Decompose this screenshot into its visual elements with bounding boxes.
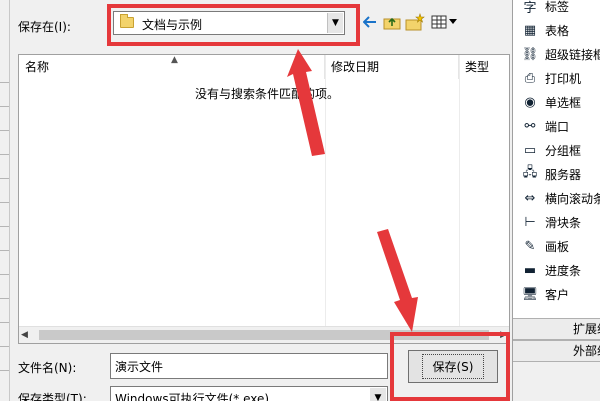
hscrollbar-icon: ⇔ [524,190,536,206]
toolbox-item-table[interactable]: ▦ 表格 [513,18,600,42]
server-icon: 🖧 [522,165,538,180]
new-folder-icon[interactable] [405,12,425,32]
column-date-label: 修改日期 [331,60,380,74]
tab-external-components[interactable]: 外部组件 [513,340,600,362]
component-toolbox: 字标签 ▦ 表格 ⛓ 超级链接框 ⎙ 打印机 ◉ 单选框 ⚯ 端口 ▭ 分组框 🖧 服务器 ⇔… [512,0,600,318]
save-button-label: 保存(S) [421,354,485,379]
toolbox-item-label[interactable]: 字标签 [513,0,600,18]
save-button[interactable]: 保存(S) [408,350,498,383]
toolbox-item-printer[interactable]: ⎙ 打印机 [513,66,600,90]
toolbox-item-text: 画板 [545,239,570,254]
filetype-select[interactable]: Windows可执行文件(*.exe) ▼ [110,386,388,401]
toolbox-item-text: 超级链接框 [545,47,600,62]
scroll-left-icon[interactable]: ◀ [21,330,28,340]
file-list[interactable]: 名称 ▲ 修改日期 类型 没有与搜索条件匹配的项。 ◀ ▶ [18,54,510,344]
toolbox-item-hyperlink[interactable]: ⛓ 超级链接框 [513,42,600,66]
toolbox-item-text: 服务器 [545,167,582,182]
view-menu-icon[interactable] [430,12,460,32]
client-icon: 🖥 [521,286,539,302]
hyperlink-icon: ⛓ [521,46,539,62]
groupbox-icon: ▭ [523,142,537,158]
empty-message: 没有与搜索条件匹配的项。 [195,87,340,101]
toolbox-item-progressbar[interactable]: ▬ 进度条 [513,258,600,282]
toolbox-item-port[interactable]: ⚯ 端口 [513,114,600,138]
filetype-value: Windows可执行文件(*.exe) [115,392,270,401]
toolbox-item-text: 打印机 [545,71,582,86]
column-type-label: 类型 [465,60,490,74]
toolbox-item-groupbox[interactable]: ▭ 分组框 [513,138,600,162]
canvas-icon: ✎ [524,238,536,254]
column-name-label: 名称 [25,60,50,74]
toolbox-item-text: 客户 [545,287,570,302]
sort-ascending-icon: ▲ [171,55,178,65]
printer-icon: ⎙ [524,70,536,86]
up-folder-icon[interactable] [382,12,402,32]
column-header-date-modified[interactable]: 修改日期 [325,55,459,79]
toolbox-item-text: 端口 [545,119,570,134]
toolbox-item-hscrollbar[interactable]: ⇔ 横向滚动条 [513,186,600,210]
toolbox-item-text: 分组框 [545,143,582,158]
toolbox-tabs: 扩展组件 外部组件 [512,318,600,401]
toolbox-item-text: 进度条 [545,263,582,278]
toolbox-item-text: 横向滚动条 [545,191,600,206]
toolbox-item-text: 单选框 [545,95,582,110]
table-icon: ▦ [523,22,537,38]
progressbar-icon: ▬ [523,262,537,278]
column-divider [459,55,460,327]
toolbox-item-slider[interactable]: ⊢ 滑块条 [513,210,600,234]
toolbox-item-radio[interactable]: ◉ 单选框 [513,90,600,114]
filename-label: 文件名(N): [18,361,77,375]
location-highlight-box [107,4,360,46]
save-dialog: 保存在(I): 文档与示例 ▼ 名称 ▲ 修改日期 类型 没有与搜索条件匹配的项… [10,0,512,401]
tab-extension-components[interactable]: 扩展组件 [513,318,600,340]
radio-icon: ◉ [524,94,536,110]
label-icon: 字 [523,0,537,16]
port-icon: ⚯ [524,118,536,134]
chevron-down-icon[interactable]: ▼ [370,388,386,401]
background-window-edge [0,0,10,401]
filetype-label: 保存类型(T): [18,392,87,401]
toolbox-item-text: 滑块条 [545,215,582,230]
slider-icon: ⊢ [524,214,536,230]
toolbox-item-client[interactable]: 🖥 客户 [513,282,600,306]
column-header-type[interactable]: 类型 [459,55,511,79]
toolbox-item-canvas[interactable]: ✎ 画板 [513,234,600,258]
toolbox-item-server[interactable]: 🖧 服务器 [513,162,600,186]
toolbox-item-text: 标签 [545,0,570,14]
toolbox-item-text: 表格 [545,23,570,38]
back-icon[interactable] [360,12,380,32]
filename-input[interactable]: 演示文件 [110,353,388,379]
save-in-label: 保存在(I): [18,20,71,34]
